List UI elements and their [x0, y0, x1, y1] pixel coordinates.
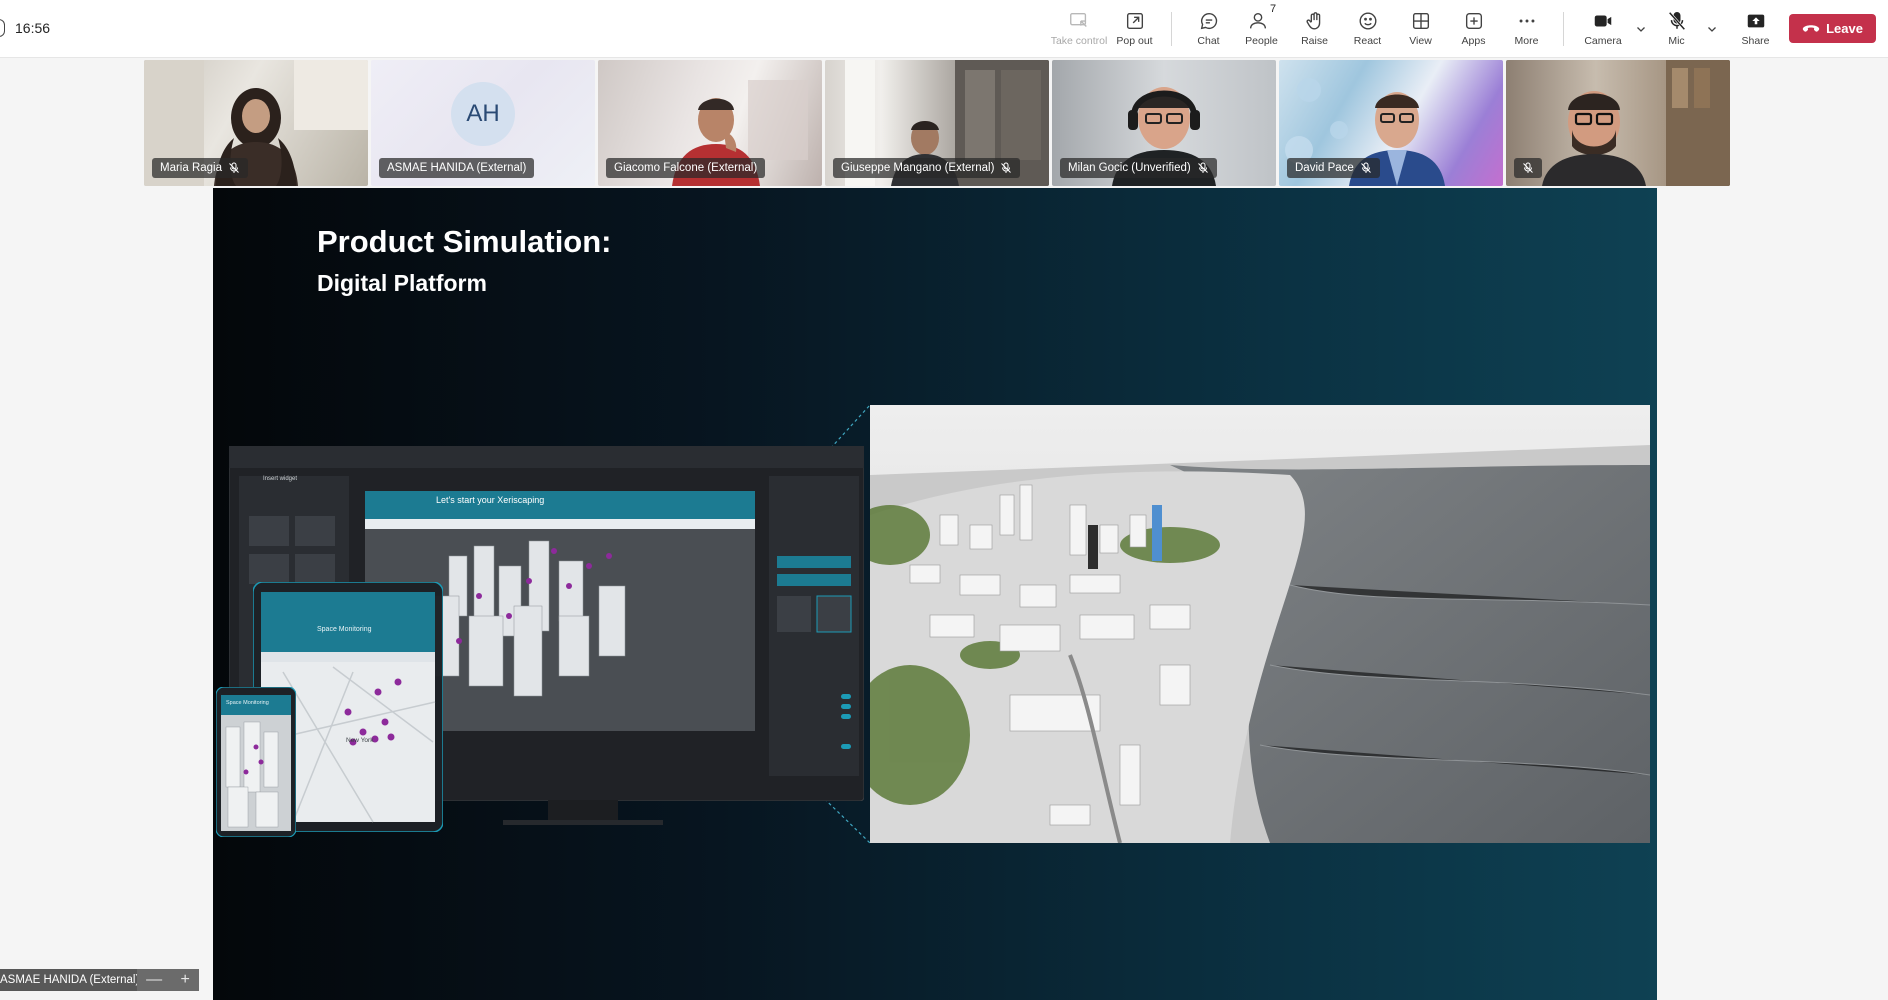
mic-off-icon: [229, 162, 239, 173]
participant-tile[interactable]: AH ASMAE HANIDA (External): [371, 60, 595, 186]
people-icon-wrap: 7: [1247, 3, 1276, 32]
participant-nametag: Maria Ragia: [152, 158, 248, 178]
participant-strip: Maria Ragia AH ASMAE HANIDA (External) G…: [144, 60, 1730, 186]
mic-off-icon: [1197, 162, 1208, 173]
participant-tile[interactable]: Maria Ragia: [144, 60, 368, 186]
hang-up-phone-icon: [1802, 24, 1820, 32]
share-tray-icon: [1747, 14, 1764, 28]
participant-name: Milan Gocic (Unverified): [1068, 162, 1191, 174]
chat-label: Chat: [1197, 35, 1220, 47]
participant-tile[interactable]: Giacomo Falcone (External): [598, 60, 822, 186]
apps-plus-icon: [1465, 12, 1482, 30]
take-control-button[interactable]: Take control: [1050, 0, 1108, 57]
participant-nametag: ASMAE HANIDA (External): [379, 158, 535, 178]
shield-icon: [0, 19, 5, 37]
take-control-label: Take control: [1050, 35, 1108, 47]
meeting-time: 16:56: [15, 20, 51, 36]
participant-tile[interactable]: Giuseppe Mangano (External): [825, 60, 1049, 186]
participant-tile[interactable]: David Pace: [1279, 60, 1503, 186]
more-button[interactable]: More: [1500, 0, 1553, 57]
tablet-banner-text: Space Monitoring: [317, 626, 372, 633]
toolbar-divider: [1171, 12, 1172, 46]
raise-label: Raise: [1301, 35, 1328, 47]
camera-icon: [1594, 15, 1612, 27]
participant-tile[interactable]: [1506, 60, 1730, 186]
participant-nametag: [1514, 158, 1542, 178]
share-label: Share: [1741, 35, 1770, 47]
tablet-map-city: New York: [346, 737, 374, 744]
pop-out-icon: [1126, 12, 1143, 30]
participant-name: ASMAE HANIDA (External): [387, 162, 527, 174]
city-3d-render: [870, 405, 1650, 843]
chat-button[interactable]: Chat: [1182, 0, 1235, 57]
more-dots-icon: [1519, 19, 1534, 23]
view-button[interactable]: View: [1394, 0, 1447, 57]
apps-button[interactable]: Apps: [1447, 0, 1500, 57]
camera-options-chevron[interactable]: [1632, 0, 1650, 57]
react-smiley-icon: [1359, 12, 1376, 30]
more-label: More: [1514, 35, 1539, 47]
react-button[interactable]: React: [1341, 0, 1394, 57]
mic-button[interactable]: Mic: [1650, 0, 1703, 57]
participant-nametag: Milan Gocic (Unverified): [1060, 158, 1217, 178]
phone-app-mockup: [216, 687, 296, 837]
react-label: React: [1353, 35, 1382, 47]
raise-hand-button[interactable]: Raise: [1288, 0, 1341, 57]
view-grid-icon: [1412, 12, 1429, 30]
avatar: AH: [451, 82, 515, 146]
people-icon: [1249, 12, 1266, 29]
meeting-toolbar: 16:56 Take control Pop out Chat 7 People…: [0, 0, 1888, 58]
mic-off-icon: [1523, 162, 1533, 173]
phone-banner-text: Space Monitoring: [226, 700, 269, 706]
camera-button[interactable]: Camera: [1574, 0, 1632, 57]
participant-nametag: David Pace: [1287, 158, 1380, 178]
people-button[interactable]: 7 People: [1235, 0, 1288, 57]
shared-screen: Product Simulation: Digital Platform Let…: [213, 188, 1657, 1000]
chevron-down-icon: [1708, 26, 1716, 32]
leave-button[interactable]: Leave: [1789, 14, 1876, 43]
presenter-name: ASMAE HANIDA (External): [0, 974, 140, 986]
zoom-in-button[interactable]: +: [180, 972, 189, 988]
participant-name: Giacomo Falcone (External): [614, 162, 758, 174]
monitor-stand: [503, 800, 663, 825]
presenter-label: ASMAE HANIDA (External): [0, 969, 148, 991]
meeting-timer: 16:56: [0, 19, 50, 37]
participant-nametag: Giacomo Falcone (External): [606, 158, 766, 178]
monitor-banner-text: Let's start your Xeriscaping: [436, 495, 545, 505]
pop-out-button[interactable]: Pop out: [1108, 0, 1161, 57]
view-label: View: [1409, 35, 1432, 47]
participant-name: Maria Ragia: [160, 162, 222, 174]
share-button[interactable]: Share: [1729, 0, 1782, 57]
chat-icon: [1200, 12, 1217, 30]
take-control-icon: [1070, 12, 1087, 27]
apps-label: Apps: [1461, 35, 1486, 47]
participant-name: Giuseppe Mangano (External): [841, 162, 995, 174]
zoom-controls: — +: [137, 969, 199, 991]
mic-off-icon: [1360, 162, 1371, 173]
participant-name: David Pace: [1295, 162, 1354, 174]
toolbar-divider: [1563, 12, 1564, 46]
people-label: People: [1245, 35, 1278, 47]
camera-label: Camera: [1584, 35, 1622, 47]
raise-hand-icon: [1306, 12, 1320, 30]
widget-panel-title: Insert widget: [263, 476, 298, 482]
zoom-out-button[interactable]: —: [146, 972, 162, 988]
people-count: 7: [1269, 3, 1277, 15]
avatar-initials: AH: [466, 100, 500, 127]
mic-off-icon: [1668, 11, 1685, 31]
leave-label: Leave: [1826, 21, 1863, 36]
mic-off-icon: [1001, 162, 1012, 173]
chevron-down-icon: [1637, 26, 1645, 32]
participant-tile[interactable]: Milan Gocic (Unverified): [1052, 60, 1276, 186]
participant-nametag: Giuseppe Mangano (External): [833, 158, 1021, 178]
toolbar-actions: Take control Pop out Chat 7 People Raise…: [1050, 0, 1782, 57]
pop-out-label: Pop out: [1116, 35, 1153, 47]
mic-label: Mic: [1668, 35, 1685, 47]
mic-options-chevron[interactable]: [1703, 0, 1721, 57]
